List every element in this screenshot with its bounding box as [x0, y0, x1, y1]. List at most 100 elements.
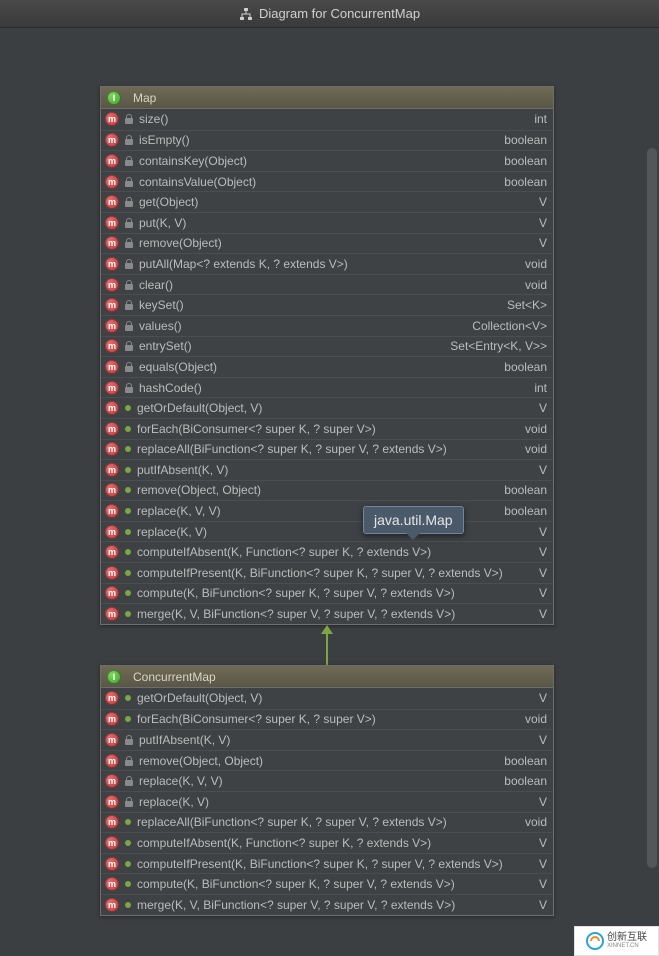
method-row[interactable]: mmerge(K, V, BiFunction<? super V, ? sup…	[101, 894, 553, 915]
method-row[interactable]: m computeIfPresent(K, BiFunction<? super …	[101, 562, 553, 583]
method-row[interactable]: mget(Object)V	[101, 191, 553, 212]
diagram-canvas[interactable]: I Map msize()intmisEmpty()booleanmcontai…	[0, 28, 645, 956]
method-row[interactable]: mputIfAbsent(K, V)V	[101, 459, 553, 480]
method-row[interactable]: m forEach(BiConsumer<? super K, ? super V…	[101, 418, 553, 439]
method-row[interactable]: mcomputeIfPresent(K, BiFunction<? super …	[101, 853, 553, 874]
method-return-type: V	[539, 607, 547, 621]
default-method-marker-icon	[125, 840, 131, 846]
method-signature: compute(K, BiFunction<? super K, ? super…	[137, 877, 529, 891]
abstract-marker-icon	[125, 341, 133, 351]
abstract-marker-icon	[125, 280, 133, 290]
method-icon: m	[105, 278, 119, 292]
method-row[interactable]: mremove(Object, Object)boolean	[101, 480, 553, 501]
method-icon: m	[105, 733, 119, 747]
default-method-marker-icon	[125, 881, 131, 887]
method-row[interactable]: msize()int	[101, 109, 553, 130]
uml-interface-concurrentmap[interactable]: I ConcurrentMap mgetOrDefault(Object, V)…	[100, 665, 554, 916]
method-row[interactable]: mentrySet()Set<Entry<K, V>>	[101, 336, 553, 357]
default-method-marker-icon	[125, 405, 131, 411]
uml-title: Map	[133, 91, 156, 105]
uml-header[interactable]: I ConcurrentMap	[101, 666, 553, 688]
method-icon: m	[105, 545, 119, 559]
inheritance-arrow	[318, 625, 336, 665]
method-signature: compute(K, BiFunction<? super K, ? super…	[137, 586, 529, 600]
method-icon: m	[105, 422, 119, 436]
method-return-type: boolean	[504, 483, 547, 497]
method-signature: remove(Object, Object)	[139, 754, 494, 768]
method-return-type: V	[539, 195, 547, 209]
method-icon: m	[105, 566, 119, 580]
abstract-marker-icon	[125, 756, 133, 766]
method-row[interactable]: mvalues()Collection<V>	[101, 315, 553, 336]
method-row[interactable]: mgetOrDefault(Object, V)V	[101, 688, 553, 709]
method-signature: computeIfPresent(K, BiFunction<? super K…	[137, 566, 529, 580]
method-icon: m	[105, 463, 119, 477]
method-signature: remove(Object)	[139, 236, 529, 250]
method-row[interactable]: mcontainsKey(Object)boolean	[101, 150, 553, 171]
method-icon: m	[105, 795, 119, 809]
method-return-type: V	[539, 236, 547, 250]
method-row[interactable]: mcomputeIfAbsent(K, Function<? super K, …	[101, 832, 553, 853]
method-signature: size()	[139, 112, 524, 126]
abstract-marker-icon	[125, 735, 133, 745]
method-signature: get(Object)	[139, 195, 529, 209]
method-row[interactable]: mput(K, V)V	[101, 212, 553, 233]
abstract-marker-icon	[125, 300, 133, 310]
uml-header[interactable]: I Map	[101, 87, 553, 109]
uml-interface-map[interactable]: I Map msize()intmisEmpty()booleanmcontai…	[100, 86, 554, 625]
method-row[interactable]: mputAll(Map<? extends K, ? extends V>)vo…	[101, 253, 553, 274]
method-signature: containsValue(Object)	[139, 175, 494, 189]
method-row[interactable]: mkeySet()Set<K>	[101, 294, 553, 315]
method-row[interactable]: mcompute(K, BiFunction<? super K, ? supe…	[101, 583, 553, 604]
method-row[interactable]: mputIfAbsent(K, V)V	[101, 729, 553, 750]
method-icon: m	[105, 815, 119, 829]
default-method-marker-icon	[125, 426, 131, 432]
default-method-marker-icon	[125, 819, 131, 825]
method-icon: m	[105, 339, 119, 353]
method-row[interactable]: mequals(Object)boolean	[101, 356, 553, 377]
method-return-type: V	[539, 733, 547, 747]
vertical-scrollbar[interactable]	[645, 28, 659, 956]
method-signature: forEach(BiConsumer<? super K, ? super V>…	[137, 422, 515, 436]
default-method-marker-icon	[125, 590, 131, 596]
method-icon: m	[105, 154, 119, 168]
method-icon: m	[105, 774, 119, 788]
method-icon: m	[105, 877, 119, 891]
method-icon: m	[105, 319, 119, 333]
method-icon: m	[105, 360, 119, 374]
method-row[interactable]: mcontainsValue(Object)boolean	[101, 171, 553, 192]
method-row[interactable]: mforEach(BiConsumer<? super K, ? super V…	[101, 709, 553, 730]
method-icon: m	[105, 712, 119, 726]
method-signature: put(K, V)	[139, 216, 529, 230]
method-row[interactable]: mreplace(K, V)V	[101, 791, 553, 812]
method-row[interactable]: m compute(K, BiFunction<? super K, ? supe…	[101, 873, 553, 894]
method-row[interactable]: mreplaceAll(BiFunction<? super K, ? supe…	[101, 812, 553, 833]
method-signature: merge(K, V, BiFunction<? super V, ? supe…	[137, 607, 529, 621]
method-return-type: V	[539, 525, 547, 539]
method-return-type: V	[539, 216, 547, 230]
method-return-type: V	[539, 566, 547, 580]
default-method-marker-icon	[125, 902, 131, 908]
method-return-type: int	[534, 112, 547, 126]
method-row[interactable]: m remove(Object) V	[101, 233, 553, 254]
method-row[interactable]: mreplace(K, V, V)boolean	[101, 500, 553, 521]
method-row[interactable]: mgetOrDefault(Object, V)V	[101, 397, 553, 418]
method-row[interactable]: mcomputeIfAbsent(K, Function<? super K, …	[101, 541, 553, 562]
method-return-type: boolean	[504, 154, 547, 168]
method-row[interactable]: mremove(Object, Object)boolean	[101, 750, 553, 771]
default-method-marker-icon	[125, 611, 131, 617]
default-method-marker-icon	[125, 487, 131, 493]
method-row[interactable]: mreplace(K, V)V	[101, 521, 553, 542]
method-row[interactable]: mhashCode()int	[101, 377, 553, 398]
default-method-marker-icon	[125, 508, 131, 514]
method-row[interactable]: misEmpty()boolean	[101, 130, 553, 151]
method-row[interactable]: mreplaceAll(BiFunction<? super K, ? supe…	[101, 439, 553, 460]
method-signature: replace(K, V, V)	[139, 774, 494, 788]
method-return-type: boolean	[504, 360, 547, 374]
method-row[interactable]: mclear()void	[101, 274, 553, 295]
method-row[interactable]: mreplace(K, V, V)boolean	[101, 770, 553, 791]
method-icon: m	[105, 236, 119, 250]
scrollbar-thumb[interactable]	[647, 148, 657, 868]
method-return-type: Set<K>	[507, 298, 547, 312]
method-row[interactable]: mmerge(K, V, BiFunction<? super V, ? sup…	[101, 603, 553, 624]
